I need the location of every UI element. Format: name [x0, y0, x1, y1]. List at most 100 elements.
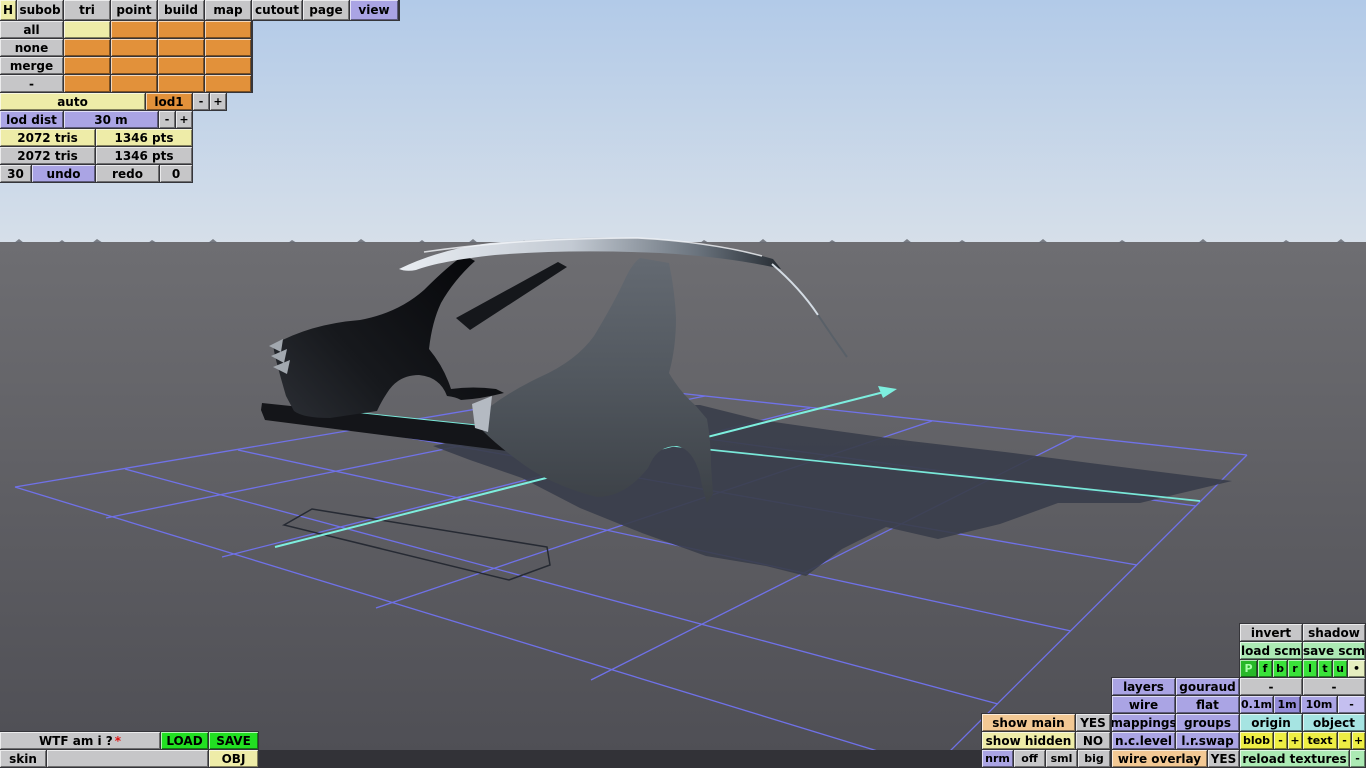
blob-minus-button[interactable]: - [1274, 732, 1287, 749]
lod-dist-minus-button[interactable]: - [159, 111, 175, 128]
subob-cell[interactable] [205, 21, 251, 38]
tab-subob[interactable]: subob [17, 0, 63, 20]
big-button[interactable]: big [1078, 750, 1110, 767]
redo-count: 0 [160, 165, 192, 182]
load-scm-button[interactable]: load scm [1240, 642, 1302, 659]
channel-p-button[interactable]: P [1240, 660, 1257, 677]
off-button[interactable]: off [1014, 750, 1045, 767]
text-plus-button[interactable]: + [1352, 732, 1365, 749]
lod-dist-plus-button[interactable]: + [176, 111, 192, 128]
subob-cell[interactable] [158, 75, 204, 92]
channel-f-button[interactable]: f [1258, 660, 1272, 677]
subob-cell[interactable] [158, 39, 204, 56]
lod-plus-button[interactable]: + [210, 93, 226, 110]
subob-cell[interactable] [64, 75, 110, 92]
tab-h[interactable]: H [0, 0, 16, 20]
show-hidden-state[interactable]: NO [1076, 732, 1110, 749]
grid-size-01m-button[interactable]: 0.1m [1240, 696, 1273, 713]
show-main-button[interactable]: show main [982, 714, 1075, 731]
subob-cell[interactable] [205, 57, 251, 74]
subob-cell[interactable] [205, 75, 251, 92]
sml-button[interactable]: sml [1046, 750, 1077, 767]
merge-button[interactable]: merge [0, 57, 63, 74]
modified-flag: * [114, 733, 122, 748]
model-name-field[interactable]: WTF am i ? * [0, 732, 160, 749]
undo-button[interactable]: undo [32, 165, 95, 182]
lod-dist-label: lod dist [0, 111, 63, 128]
subob-cell[interactable] [64, 57, 110, 74]
object-button[interactable]: object [1303, 714, 1365, 731]
show-hidden-button[interactable]: show hidden [982, 732, 1075, 749]
tab-view[interactable]: view [350, 0, 398, 20]
tris-count-total: 2072 tris [0, 147, 95, 164]
channel-r-button[interactable]: r [1288, 660, 1302, 677]
gouraud-button[interactable]: gouraud [1176, 678, 1239, 695]
layers-button[interactable]: layers [1112, 678, 1175, 695]
tab-tri[interactable]: tri [64, 0, 110, 20]
lod-minus-button[interactable]: - [193, 93, 209, 110]
skin-button[interactable]: skin [0, 750, 46, 767]
subob-cell[interactable] [205, 39, 251, 56]
viewport-3d[interactable] [0, 0, 1366, 768]
grid-size-1m-button[interactable]: 1m [1274, 696, 1300, 713]
wire-button[interactable]: wire [1112, 696, 1175, 713]
obj-button[interactable]: OBJ [209, 750, 258, 767]
subob-cell[interactable] [64, 21, 110, 38]
nc-level-button[interactable]: n.c.level [1112, 732, 1175, 749]
subob-cell[interactable] [111, 75, 157, 92]
text-button[interactable]: text [1303, 732, 1337, 749]
display-dash-button[interactable]: - [1303, 678, 1365, 695]
blob-plus-button[interactable]: + [1288, 732, 1302, 749]
invert-button[interactable]: invert [1240, 624, 1302, 641]
load-button[interactable]: LOAD [161, 732, 208, 749]
reload-minus-button[interactable]: - [1350, 750, 1365, 767]
text-minus-button[interactable]: - [1338, 732, 1351, 749]
redo-button[interactable]: redo [96, 165, 159, 182]
save-button[interactable]: SAVE [209, 732, 258, 749]
model-name: WTF am i ? [38, 733, 113, 748]
blob-button[interactable]: blob [1240, 732, 1273, 749]
skin-name-field[interactable] [47, 750, 208, 767]
lod-dist-value[interactable]: 30 m [64, 111, 158, 128]
channel-t-button[interactable]: t [1318, 660, 1332, 677]
flat-button[interactable]: flat [1176, 696, 1239, 713]
wire-overlay-state[interactable]: YES [1208, 750, 1239, 767]
tab-build[interactable]: build [158, 0, 204, 20]
subob-cell[interactable] [64, 39, 110, 56]
grid-size-minus-button[interactable]: - [1338, 696, 1365, 713]
tab-map[interactable]: map [205, 0, 251, 20]
shadow-button[interactable]: shadow [1303, 624, 1365, 641]
undo-count: 30 [0, 165, 31, 182]
select-none-button[interactable]: none [0, 39, 63, 56]
origin-button[interactable]: origin [1240, 714, 1302, 731]
tab-cutout[interactable]: cutout [252, 0, 302, 20]
lod1-button[interactable]: lod1 [146, 93, 192, 110]
groups-button[interactable]: groups [1176, 714, 1239, 731]
subob-cell[interactable] [158, 21, 204, 38]
grid-size-10m-button[interactable]: 10m [1301, 696, 1337, 713]
show-main-state[interactable]: YES [1076, 714, 1110, 731]
tab-page[interactable]: page [303, 0, 349, 20]
reload-textures-button[interactable]: reload textures [1240, 750, 1349, 767]
display-dash-button[interactable]: - [1240, 678, 1302, 695]
lr-swap-button[interactable]: l.r.swap [1176, 732, 1239, 749]
subob-cell[interactable] [111, 57, 157, 74]
mappings-button[interactable]: mappings [1112, 714, 1175, 731]
save-scm-button[interactable]: save scm [1303, 642, 1365, 659]
channel-l-button[interactable]: l [1303, 660, 1317, 677]
channel-b-button[interactable]: b [1273, 660, 1287, 677]
select-all-button[interactable]: all [0, 21, 63, 38]
auto-button[interactable]: auto [0, 93, 145, 110]
subob-cell[interactable] [111, 21, 157, 38]
wire-overlay-button[interactable]: wire overlay [1112, 750, 1207, 767]
pts-count-active: 1346 pts [96, 129, 192, 146]
nrm-button[interactable]: nrm [982, 750, 1013, 767]
bottom-strip [259, 750, 981, 768]
app-window: H subob tri point build map cutout page … [0, 0, 1366, 768]
subob-cell[interactable] [158, 57, 204, 74]
tab-point[interactable]: point [111, 0, 157, 20]
grid-dash-button[interactable]: - [0, 75, 63, 92]
channel-u-button[interactable]: u [1333, 660, 1347, 677]
channel-dot-button[interactable]: • [1348, 660, 1365, 677]
subob-cell[interactable] [111, 39, 157, 56]
